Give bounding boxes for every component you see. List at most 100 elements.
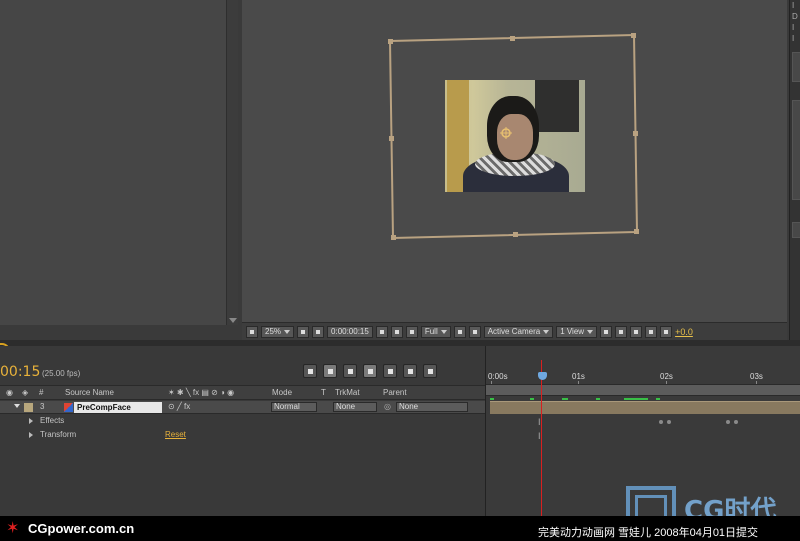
mask-visibility-icon[interactable] <box>312 325 325 338</box>
transform-reset-link[interactable]: Reset <box>165 430 186 439</box>
magnification-dropdown[interactable]: 25% <box>261 325 295 338</box>
ruler-label: 03s <box>750 372 763 381</box>
fast-previews-icon[interactable] <box>615 325 628 338</box>
transform-label: Transform <box>40 430 77 439</box>
layer-trkmat-dropdown[interactable]: None <box>333 402 377 412</box>
flowchart-icon[interactable] <box>645 325 658 338</box>
timeline-header: 00:15 (25.00 fps) <box>0 346 485 386</box>
viewer-toolbar: 25% 0:00:00:15 Full Active Camera 1 View… <box>242 322 787 340</box>
current-time-display[interactable]: 0:00:00:15 <box>327 325 373 338</box>
keyframe-marker[interactable] <box>726 420 730 424</box>
site-name: CGpower.com.cn <box>28 521 135 536</box>
layer-name[interactable]: PreCompFace <box>74 402 162 413</box>
graph-editor-icon[interactable] <box>423 364 437 378</box>
footage-layer-precompface[interactable] <box>445 80 585 192</box>
camera-value: Active Camera <box>487 326 541 336</box>
precomp-icon <box>64 403 73 412</box>
chevron-down-icon <box>587 329 594 334</box>
expression-indicator-icon: I <box>538 417 541 427</box>
comp-flowchart-icon[interactable] <box>303 364 317 378</box>
transform-row[interactable]: Transform Reset <box>0 429 485 442</box>
ruler-label: 02s <box>660 372 673 381</box>
layer-parent-dropdown[interactable]: None <box>396 402 468 412</box>
keyframe-marker[interactable] <box>667 420 671 424</box>
region-of-interest-icon[interactable] <box>453 325 466 338</box>
right-panel-label: I <box>792 1 795 10</box>
chevron-down-icon <box>284 329 291 334</box>
layer-mode-dropdown[interactable]: Normal <box>271 402 317 412</box>
title-action-safe-icon[interactable] <box>297 325 310 338</box>
switches-column-icons[interactable]: ✶ ✱ ╲ fx ▤ ⊘ ◑ ◉ <box>168 388 234 397</box>
column-t: T <box>321 388 326 397</box>
transparency-grid-icon[interactable] <box>468 325 481 338</box>
cache-indicator <box>490 398 494 400</box>
cache-indicator <box>596 398 600 400</box>
project-panel <box>0 0 238 325</box>
site-banner: ✶ CGpower.com.cn 完美动力动画网 雪娃儿 2008年04月01日… <box>0 516 800 541</box>
timeline-icon[interactable] <box>630 325 643 338</box>
expand-transform-icon[interactable] <box>29 432 33 438</box>
column-source-name[interactable]: Source Name <box>65 388 114 397</box>
timeline-current-time[interactable]: 00:15 <box>0 364 40 380</box>
live-update-icon[interactable] <box>323 364 337 378</box>
footage-person-face <box>497 114 533 160</box>
camera-dropdown[interactable]: Active Camera <box>483 325 554 338</box>
right-panel-control[interactable] <box>792 100 800 200</box>
right-panel-control[interactable] <box>792 52 800 82</box>
layer-duration-bar[interactable] <box>490 401 800 414</box>
view-layout-dropdown[interactable]: 1 View <box>556 325 598 338</box>
right-panel-edge: I D I I <box>789 0 800 340</box>
frame-blending-icon[interactable] <box>383 364 397 378</box>
magnification-value: 25% <box>265 326 282 336</box>
pickwhip-icon[interactable]: ◎ <box>384 402 391 411</box>
scroll-down-icon[interactable] <box>229 318 237 323</box>
expand-layer-icon[interactable] <box>14 404 20 408</box>
exposure-icon[interactable] <box>660 325 673 338</box>
playhead-line[interactable] <box>541 360 542 520</box>
time-ruler[interactable]: 0:00s 01s 02s 03s <box>486 371 800 385</box>
motion-blur-icon[interactable] <box>403 364 417 378</box>
column-mode[interactable]: Mode <box>272 388 292 397</box>
draft-3d-icon[interactable] <box>343 364 357 378</box>
keyframe-marker[interactable] <box>659 420 663 424</box>
expression-indicator-icon: I <box>538 431 541 441</box>
chevron-down-icon <box>440 329 447 334</box>
column-trkmat[interactable]: TrkMat <box>335 388 360 397</box>
exposure-value[interactable]: +0.0 <box>675 327 693 337</box>
ruler-label: 01s <box>572 372 585 381</box>
keyframe-marker[interactable] <box>734 420 738 424</box>
hide-shy-layers-icon[interactable] <box>363 364 377 378</box>
view-layout-value: 1 View <box>560 326 585 336</box>
cache-indicator <box>530 398 534 400</box>
layer-switches[interactable]: ⊙ ╱ fx <box>168 402 190 411</box>
submission-credit: 完美动力动画网 雪娃儿 2008年04月01日提交 <box>538 527 759 539</box>
layer-row[interactable]: 3 PreCompFace ⊙ ╱ fx Normal None ◎ None <box>0 401 485 414</box>
cache-indicator <box>624 398 648 400</box>
column-number: # <box>39 388 44 397</box>
layer-column-headers: ◉ ◈ # Source Name ✶ ✱ ╲ fx ▤ ⊘ ◑ ◉ Mode … <box>0 386 485 400</box>
snapshot-icon[interactable] <box>375 325 388 338</box>
column-parent[interactable]: Parent <box>383 388 407 397</box>
layer-label-color[interactable] <box>24 403 33 412</box>
expand-effects-icon[interactable] <box>29 418 33 424</box>
chevron-down-icon <box>543 329 550 334</box>
show-snapshot-icon[interactable] <box>390 325 403 338</box>
cache-indicator <box>656 398 660 400</box>
always-preview-icon[interactable] <box>246 325 258 338</box>
effects-row[interactable]: Effects <box>0 415 485 428</box>
star-logo-icon: ✶ <box>6 520 20 537</box>
footage-poster <box>535 80 579 132</box>
right-panel-control[interactable] <box>792 222 800 238</box>
project-panel-scrollbar[interactable] <box>226 0 238 325</box>
right-panel-label: D <box>792 12 798 21</box>
pixel-aspect-icon[interactable] <box>600 325 613 338</box>
label-column-icon[interactable]: ◈ <box>22 388 28 397</box>
resolution-dropdown[interactable]: Full <box>420 325 451 338</box>
resolution-value: Full <box>424 326 438 336</box>
right-panel-label: I <box>792 23 795 32</box>
channel-icon[interactable] <box>405 325 418 338</box>
work-area-bar[interactable] <box>486 384 800 396</box>
timeline-switches <box>303 364 437 378</box>
viewer-timecode: 0:00:00:15 <box>331 326 369 336</box>
eye-column-icon[interactable]: ◉ <box>6 388 13 397</box>
